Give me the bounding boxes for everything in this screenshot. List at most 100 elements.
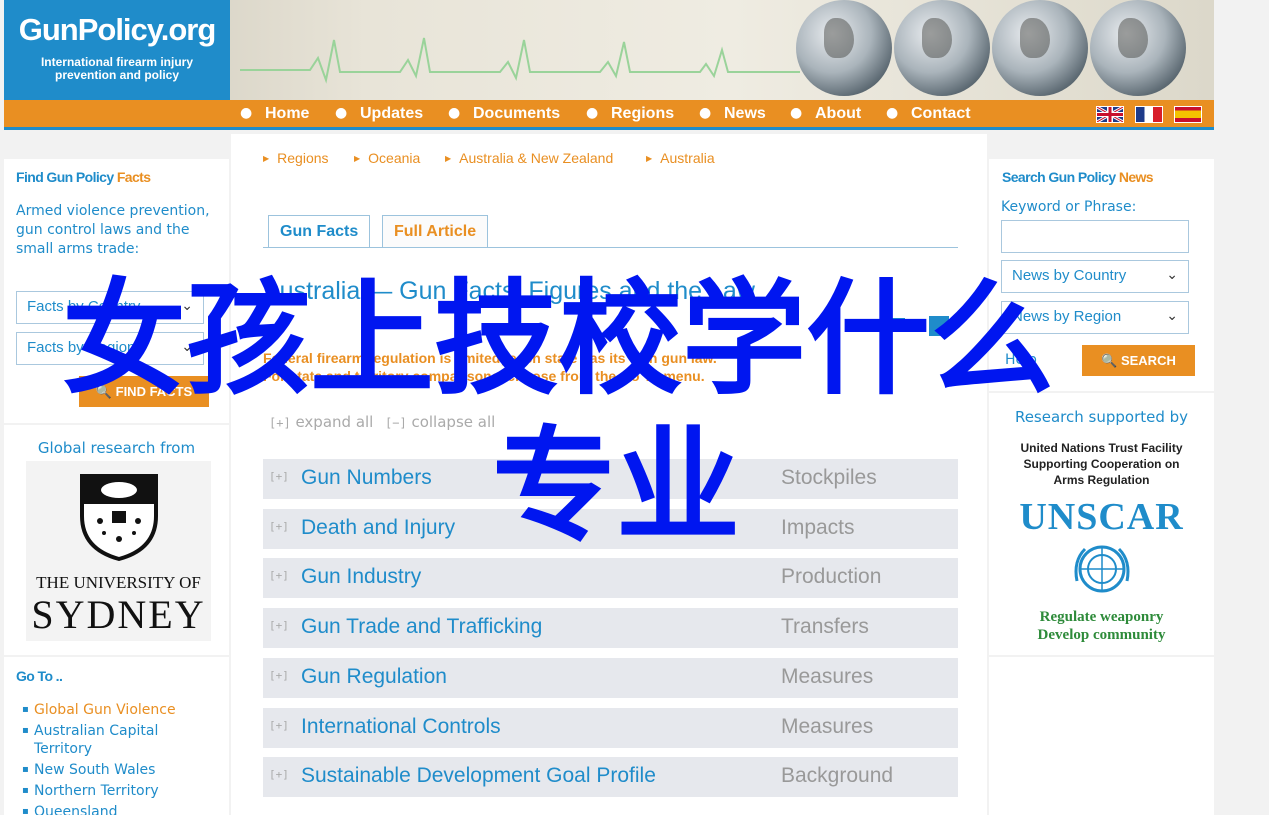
nav-documents[interactable]: Documents	[473, 105, 560, 123]
article-title: Australia — Gun Facts, Figures and the L…	[263, 277, 755, 305]
magnifier-icon: 🔍	[95, 384, 112, 399]
section-row[interactable]: [+] Gun Regulation Measures	[263, 658, 958, 698]
goto-global-gun-violence[interactable]: Global Gun Violence	[20, 701, 220, 719]
expand-all-label: expand all	[295, 413, 374, 431]
facts-by-region-select[interactable]: Facts by Region ⌄	[16, 332, 204, 365]
section-label: Gun Trade and Trafficking	[301, 615, 543, 638]
tab-full-article[interactable]: Full Article	[382, 215, 489, 248]
section-row[interactable]: [+] International Controls Measures	[263, 708, 958, 748]
expand-icon: [+]	[269, 669, 289, 682]
breadcrumb-regions[interactable]: ▶ Regions	[263, 150, 329, 166]
search-button[interactable]: 🔍 SEARCH	[1082, 345, 1195, 376]
section-category: Background	[781, 764, 894, 787]
breadcrumb-regions-label: Regions	[277, 150, 329, 166]
nav-bullet: ●	[448, 105, 461, 121]
print-icon[interactable]	[929, 316, 949, 336]
goto-northern-territory[interactable]: Northern Territory	[20, 782, 220, 800]
expand-icon: [+]	[269, 619, 289, 632]
keyword-label: Keyword or Phrase:	[1001, 199, 1137, 215]
collapse-all-link[interactable]: [−] collapse all	[385, 413, 495, 431]
help-link[interactable]: Help	[1005, 352, 1037, 368]
research-supported-label: Research supported by	[1014, 408, 1189, 426]
find-facts-button-label: FIND FACTS	[115, 384, 193, 399]
article-note-2: For state and territory comparisons, cho…	[263, 368, 705, 384]
breadcrumb-australia[interactable]: ▶ Australia	[646, 150, 715, 166]
globe-4-icon	[1090, 0, 1186, 96]
expand-icon: [+]	[269, 719, 289, 732]
site-logo[interactable]: GunPolicy.org International firearm inju…	[4, 0, 230, 100]
news-by-region-value: News by Region	[1012, 308, 1122, 325]
nav-about[interactable]: About	[815, 105, 861, 123]
goto-australian-capital-territory[interactable]: Australian Capital Territory	[20, 722, 220, 758]
article-note-1: Federal firearm regulation is limited; e…	[263, 350, 717, 366]
search-news-title-a: Search Gun Policy	[1002, 169, 1116, 185]
logo-tagline-2: prevention and policy	[54, 68, 180, 82]
share-icon[interactable]	[891, 318, 905, 332]
search-news-title-b: News	[1118, 169, 1154, 185]
breadcrumb-australia-label: Australia	[660, 150, 715, 166]
section-row[interactable]: [+] Sustainable Development Goal Profile…	[263, 757, 958, 797]
tab-divider	[263, 247, 958, 248]
keyword-input[interactable]	[1001, 220, 1189, 253]
chevron-down-icon: ⌄	[181, 297, 193, 313]
nav-bullet: ●	[335, 105, 348, 121]
search-news-panel: Search Gun Policy News Keyword or Phrase…	[989, 159, 1214, 391]
nav-updates[interactable]: Updates	[360, 105, 423, 123]
section-label: Gun Regulation	[301, 665, 447, 688]
expand-icon: [+]	[269, 520, 289, 533]
un-trust-facility-text: United Nations Trust Facility Supporting…	[989, 440, 1214, 488]
section-category: Production	[781, 565, 882, 588]
tab-gun-facts[interactable]: Gun Facts	[268, 215, 371, 248]
section-row[interactable]: [+] Gun Numbers Stockpiles	[263, 459, 958, 499]
find-facts-title-b: Facts	[116, 169, 151, 185]
facts-by-country-value: Facts by Country	[27, 298, 141, 315]
section-category: Impacts	[781, 516, 855, 539]
un-line-3: Arms Regulation	[1053, 473, 1150, 487]
news-by-country-select[interactable]: News by Country ⌄	[1001, 260, 1189, 293]
nav-bullet: ●	[699, 105, 712, 121]
facts-by-country-select[interactable]: Facts by Country ⌄	[16, 291, 204, 324]
university-crest-icon	[80, 474, 158, 561]
magnifier-icon: 🔍	[1101, 353, 1118, 368]
nav-bullet: ●	[586, 105, 599, 121]
section-label: Sustainable Development Goal Profile	[301, 764, 656, 787]
go-to-title: Go To ..	[16, 668, 63, 684]
triangle-right-icon: ▶	[646, 154, 653, 163]
nav-bullet: ●	[240, 105, 253, 121]
chevron-down-icon: ⌄	[1166, 266, 1178, 282]
un-emblem-icon	[1074, 545, 1130, 593]
university-of-sydney-logo[interactable]: THE UNIVERSITY OF SYDNEY	[26, 461, 211, 641]
section-label: Gun Numbers	[301, 466, 432, 489]
section-category: Measures	[781, 715, 874, 738]
find-facts-title-a: Find Gun Policy	[16, 169, 114, 185]
nav-news[interactable]: News	[724, 105, 766, 123]
university-name-line2: SYDNEY	[31, 592, 206, 637]
globe-2-icon	[894, 0, 990, 96]
goto-queensland[interactable]: Queensland	[20, 803, 220, 815]
breadcrumb-australia-nz[interactable]: ▶ Australia & New Zealand	[445, 150, 613, 166]
breadcrumb-oceania-label: Oceania	[368, 150, 421, 166]
global-research-label: Global research from	[37, 439, 196, 457]
breadcrumb-oceania[interactable]: ▶ Oceania	[354, 150, 420, 166]
news-by-region-select[interactable]: News by Region ⌄	[1001, 301, 1189, 334]
section-label: Death and Injury	[301, 516, 456, 539]
nav-home[interactable]: Home	[265, 105, 309, 123]
nav-regions[interactable]: Regions	[611, 105, 674, 123]
un-line-1: United Nations Trust Facility	[1020, 441, 1183, 455]
section-row[interactable]: [+] Death and Injury Impacts	[263, 509, 958, 549]
expand-all-link[interactable]: [+] expand all	[269, 413, 373, 431]
find-facts-button[interactable]: 🔍 FIND FACTS	[79, 376, 209, 407]
globe-3-icon	[992, 0, 1088, 96]
search-button-label: SEARCH	[1120, 353, 1176, 368]
france-flag-icon[interactable]	[1135, 106, 1163, 123]
section-row[interactable]: [+] Gun Trade and Trafficking Transfers	[263, 608, 958, 648]
unscar-logo-text[interactable]: UNSCAR	[989, 495, 1214, 539]
chevron-down-icon: ⌄	[181, 338, 193, 354]
nav-contact[interactable]: Contact	[911, 105, 971, 123]
uk-flag-icon[interactable]	[1096, 106, 1124, 123]
spain-flag-icon[interactable]	[1174, 106, 1202, 123]
goto-new-south-wales[interactable]: New South Wales	[20, 761, 220, 779]
collapse-all-label: collapse all	[411, 413, 496, 431]
ecg-line-graphic	[240, 37, 800, 84]
section-row[interactable]: [+] Gun Industry Production	[263, 558, 958, 598]
